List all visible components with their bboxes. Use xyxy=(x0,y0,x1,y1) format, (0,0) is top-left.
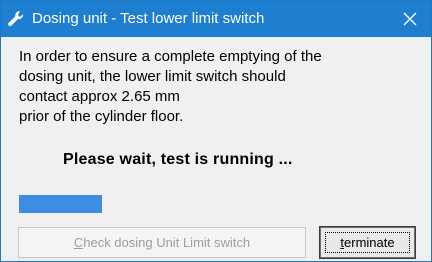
message-line: contact approx 2.65 mm xyxy=(19,88,180,105)
dialog-window: Dosing unit - Test lower limit switch In… xyxy=(0,0,432,262)
check-button-mnemonic: C xyxy=(73,235,84,250)
title-bar[interactable]: Dosing unit - Test lower limit switch xyxy=(1,1,431,37)
wrench-icon xyxy=(8,11,24,27)
info-message: In order to ensure a complete emptying o… xyxy=(19,47,419,127)
message-line: dosing unit, the lower limit switch shou… xyxy=(19,68,286,85)
close-button[interactable] xyxy=(389,1,431,37)
message-line: prior of the cylinder floor. xyxy=(19,108,184,125)
check-limit-switch-button[interactable]: Check dosing Unit Limit switch xyxy=(18,227,306,258)
window-title: Dosing unit - Test lower limit switch xyxy=(32,10,265,27)
terminate-button[interactable]: terminate xyxy=(319,226,416,259)
progress-bar xyxy=(19,195,102,213)
close-icon xyxy=(403,12,417,26)
check-button-label: heck dosing Unit Limit switch xyxy=(83,235,251,250)
progress-fill xyxy=(19,195,102,213)
status-text: Please wait, test is running ... xyxy=(63,151,293,168)
focus-rectangle xyxy=(325,232,410,253)
message-line: In order to ensure a complete emptying o… xyxy=(19,48,322,65)
